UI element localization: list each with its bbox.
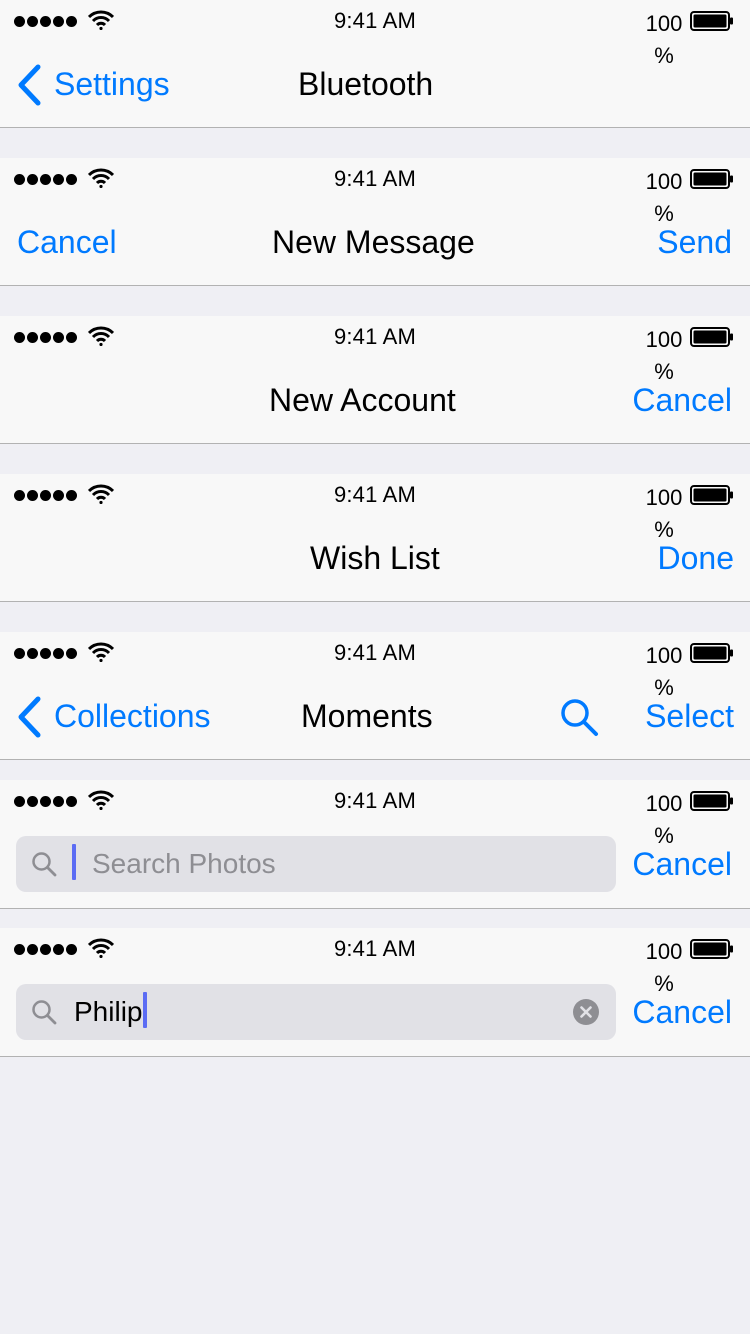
search-input[interactable]: Search Photos	[16, 836, 616, 892]
text-cursor	[72, 844, 76, 880]
battery-percent: 100 %	[645, 643, 683, 700]
search-placeholder: Search Photos	[92, 848, 276, 879]
nav-title: New Account	[269, 382, 456, 418]
battery-percent: 100 %	[645, 791, 683, 848]
done-button[interactable]: Done	[658, 538, 735, 578]
battery-percent: 100 %	[645, 169, 683, 226]
battery-percent: 100 %	[645, 485, 683, 542]
nav-bar-moments: 9:41 AM 100 % Collections Moments Select	[0, 632, 750, 760]
back-button-settings[interactable]: Settings	[54, 64, 170, 104]
chevron-left-icon[interactable]	[16, 64, 44, 106]
nav-bar-wish-list: 9:41 AM 100 % Wish List Done	[0, 474, 750, 602]
cancel-button[interactable]: Cancel	[632, 992, 732, 1032]
chevron-left-icon[interactable]	[16, 696, 44, 738]
text-cursor	[143, 992, 147, 1028]
nav-title: Moments	[301, 698, 433, 734]
nav-bar-new-account: 9:41 AM 100 % New Account Cancel	[0, 316, 750, 444]
magnifier-icon	[32, 852, 57, 877]
nav-title: Wish List	[310, 540, 440, 576]
search-icon[interactable]	[558, 696, 600, 738]
battery-percent: 100 %	[645, 939, 683, 996]
nav-title: Bluetooth	[298, 66, 434, 102]
battery-icon	[690, 791, 733, 811]
battery-icon	[690, 485, 733, 505]
clear-circle-icon[interactable]	[572, 998, 600, 1026]
cancel-button[interactable]: Cancel	[632, 844, 732, 884]
send-button[interactable]: Send	[657, 222, 732, 262]
battery-icon	[690, 643, 733, 663]
search-value: Philip	[74, 996, 143, 1027]
magnifier-icon	[32, 1000, 57, 1025]
battery-icon	[690, 169, 733, 189]
select-button[interactable]: Select	[645, 696, 734, 736]
battery-icon	[690, 11, 733, 31]
battery-percent: 100 %	[645, 11, 683, 68]
nav-title: New Message	[272, 224, 475, 260]
search-input[interactable]: Philip	[16, 984, 616, 1040]
nav-bar-bluetooth: 9:41 AM 100 % Settings Bluetooth	[0, 0, 750, 128]
search-bar-filled: 9:41 AM 100 % Philip Cancel	[0, 928, 750, 1057]
nav-bar-new-message: 9:41 AM 100 % Cancel New Message Send	[0, 158, 750, 286]
cancel-button[interactable]: Cancel	[632, 380, 732, 420]
battery-percent: 100 %	[645, 327, 683, 384]
search-bar-empty: 9:41 AM 100 % Search Photos Cancel	[0, 780, 750, 909]
battery-icon	[690, 327, 733, 347]
cancel-button[interactable]: Cancel	[17, 222, 117, 262]
back-button-collections[interactable]: Collections	[54, 696, 211, 736]
battery-icon	[690, 939, 733, 959]
